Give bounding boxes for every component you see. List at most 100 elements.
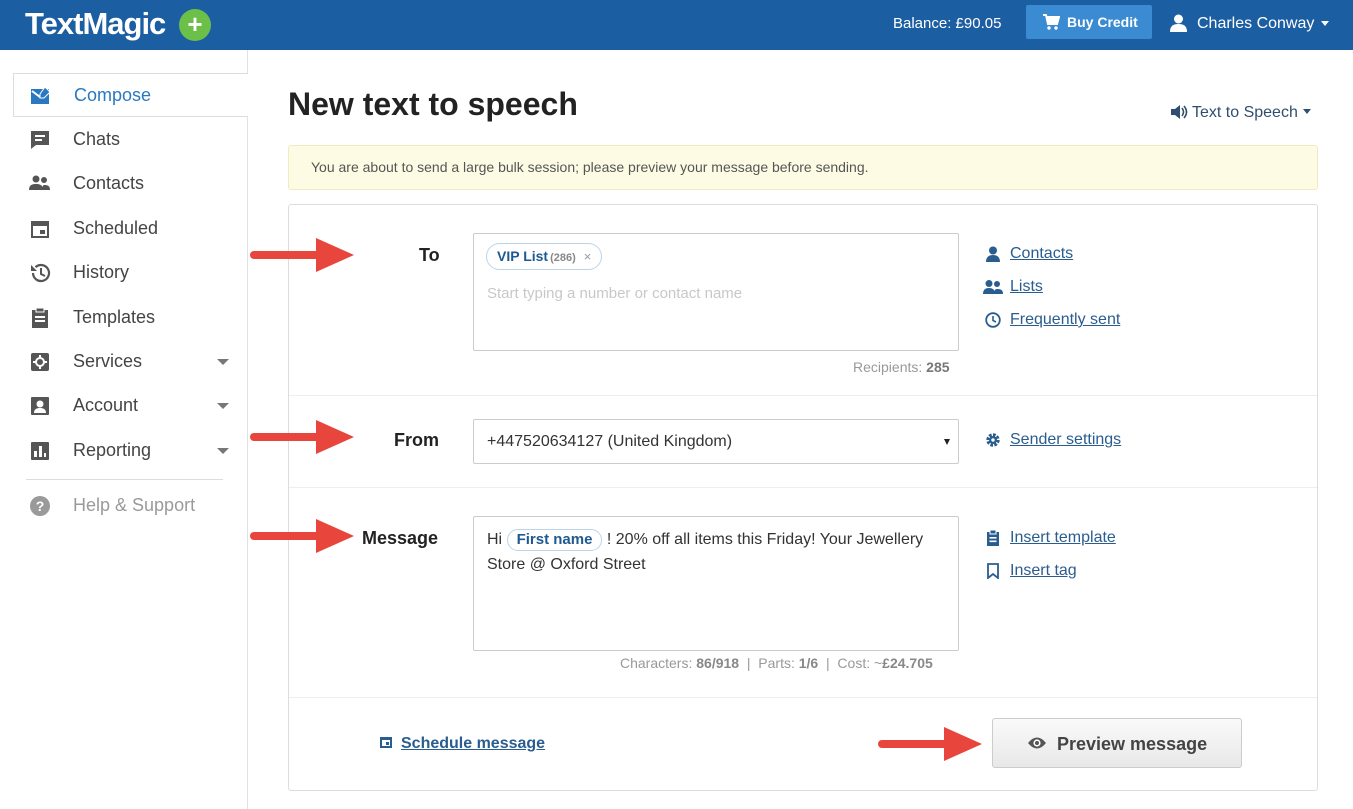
sidebar-item-contacts[interactable]: Contacts <box>13 162 248 206</box>
chevron-down-icon[interactable] <box>217 403 229 409</box>
annotation-arrow <box>250 519 354 553</box>
sidebar-item-templates[interactable]: Templates <box>13 296 248 340</box>
chip-name: VIP List <box>497 248 549 264</box>
characters-value: 86/918 <box>696 655 740 671</box>
sidebar-item-label: Services <box>73 351 143 371</box>
insert-tag-link[interactable]: Insert tag <box>1010 562 1077 580</box>
calendar-icon <box>380 737 392 748</box>
calendar-icon <box>31 221 49 238</box>
compose-panel: To VIP List (286) × Start typing a number … <box>288 204 1318 791</box>
bookmark-icon <box>987 563 999 579</box>
history-icon <box>31 263 51 283</box>
clipboard-icon <box>32 307 48 328</box>
sidebar-item-chats[interactable]: Chats <box>13 118 248 162</box>
from-label: From <box>394 430 439 450</box>
user-menu[interactable]: Charles Conway <box>1197 15 1314 33</box>
text-to-speech-menu[interactable]: Text to Speech <box>1170 104 1311 122</box>
text-to-speech-label: Text to Speech <box>1192 104 1298 121</box>
sidebar-item-label: Templates <box>73 307 156 327</box>
lists-icon <box>983 280 1003 294</box>
sidebar-item-account[interactable]: Account <box>13 384 248 428</box>
sidebar-item-label: History <box>73 262 130 282</box>
sidebar: Compose Chats Contacts Scheduled History… <box>0 50 248 809</box>
divider <box>26 479 223 480</box>
sidebar-item-label: Contacts <box>73 173 145 193</box>
annotation-arrow <box>878 727 982 761</box>
to-label: To <box>419 245 440 265</box>
sidebar-item-services[interactable]: Services <box>13 340 248 384</box>
sidebar-item-label: Account <box>73 395 139 415</box>
frequently-sent-link[interactable]: Frequently sent <box>1010 311 1120 329</box>
sidebar-item-label: Help & Support <box>73 495 196 515</box>
chevron-down-icon <box>1302 109 1311 114</box>
sidebar-item-scheduled[interactable]: Scheduled <box>13 207 248 251</box>
insert-template-link[interactable]: Insert template <box>1010 529 1116 547</box>
sidebar-item-history[interactable]: History <box>13 251 248 295</box>
contacts-icon <box>29 175 50 190</box>
recipients-count-value: 285 <box>926 359 950 375</box>
sender-select[interactable]: +447520634127 (United Kingdom) <box>473 419 959 464</box>
services-icon <box>31 353 49 371</box>
new-plus-button[interactable]: + <box>179 9 211 41</box>
svg-text:?: ? <box>36 498 45 514</box>
sidebar-item-label: Compose <box>74 85 152 105</box>
sidebar-item-compose[interactable]: Compose <box>13 73 248 117</box>
sidebar-item-reporting[interactable]: Reporting <box>13 429 248 473</box>
chevron-down-icon[interactable] <box>1321 21 1329 26</box>
annotation-arrow <box>250 238 354 272</box>
help-icon: ? <box>30 496 50 516</box>
divider <box>289 697 1317 698</box>
sender-select-value: +447520634127 (United Kingdom) <box>487 433 733 450</box>
warning-alert: You are about to send a large bulk sessi… <box>288 145 1318 190</box>
buy-credit-label: Buy Credit <box>1067 14 1138 30</box>
user-icon <box>1170 14 1187 32</box>
chevron-down-icon[interactable] <box>217 359 229 365</box>
sender-settings-link[interactable]: Sender settings <box>1010 431 1121 449</box>
compose-icon <box>31 86 51 104</box>
recipients-input[interactable]: VIP List (286) × Start typing a number or … <box>473 233 959 351</box>
message-textarea[interactable]: Hi First name ! 20% off all items this F… <box>473 516 959 651</box>
speaker-icon <box>1171 105 1188 119</box>
logo[interactable]: TextMagic <box>25 6 166 42</box>
parts-label: Parts: <box>758 655 795 671</box>
recipients-count: Recipients: 285 <box>853 359 950 375</box>
cost-label: Cost: ~ <box>837 655 883 671</box>
preview-message-label: Preview message <box>1057 734 1208 754</box>
chip-count: (286) <box>550 252 576 264</box>
divider <box>289 395 1317 396</box>
balance-text: Balance: £90.05 <box>893 15 1002 32</box>
chart-icon <box>31 442 49 460</box>
sidebar-item-help[interactable]: ? Help & Support <box>13 484 248 528</box>
buy-credit-button[interactable]: Buy Credit <box>1026 5 1152 39</box>
recipients-count-label: Recipients: <box>853 359 923 375</box>
recipient-chip[interactable]: VIP List (286) × <box>486 243 603 270</box>
first-name-tag[interactable]: First name <box>506 529 603 551</box>
cost-value: £24.705 <box>882 655 933 671</box>
contacts-link[interactable]: Contacts <box>1010 245 1073 263</box>
annotation-arrow <box>250 420 354 454</box>
account-icon <box>31 397 49 415</box>
parts-value: 1/6 <box>798 655 819 671</box>
preview-message-button[interactable]: Preview message <box>992 718 1242 768</box>
template-icon <box>987 530 999 546</box>
sidebar-item-label: Scheduled <box>73 218 159 238</box>
cart-icon <box>1043 14 1060 30</box>
message-stats: Characters: 86/918 | Parts: 1/6 | Cost: … <box>620 655 933 671</box>
divider <box>289 487 1317 488</box>
chevron-down-icon[interactable] <box>217 448 229 454</box>
eye-icon <box>1028 737 1046 749</box>
lists-link[interactable]: Lists <box>1010 278 1043 296</box>
chevron-down-icon <box>944 439 950 445</box>
gear-icon <box>986 433 1000 447</box>
contact-icon <box>986 246 1000 262</box>
clock-icon <box>985 312 1001 328</box>
sidebar-item-label: Reporting <box>73 440 152 460</box>
page-title: New text to speech <box>288 86 578 122</box>
chip-remove-icon[interactable]: × <box>584 249 592 264</box>
recipients-placeholder[interactable]: Start typing a number or contact name <box>487 285 742 302</box>
schedule-message-label: Schedule message <box>401 735 546 752</box>
message-text-start: Hi <box>487 531 503 548</box>
message-label: Message <box>362 528 439 548</box>
sidebar-item-label: Chats <box>73 129 121 149</box>
schedule-message-link[interactable]: Schedule message <box>379 735 545 753</box>
